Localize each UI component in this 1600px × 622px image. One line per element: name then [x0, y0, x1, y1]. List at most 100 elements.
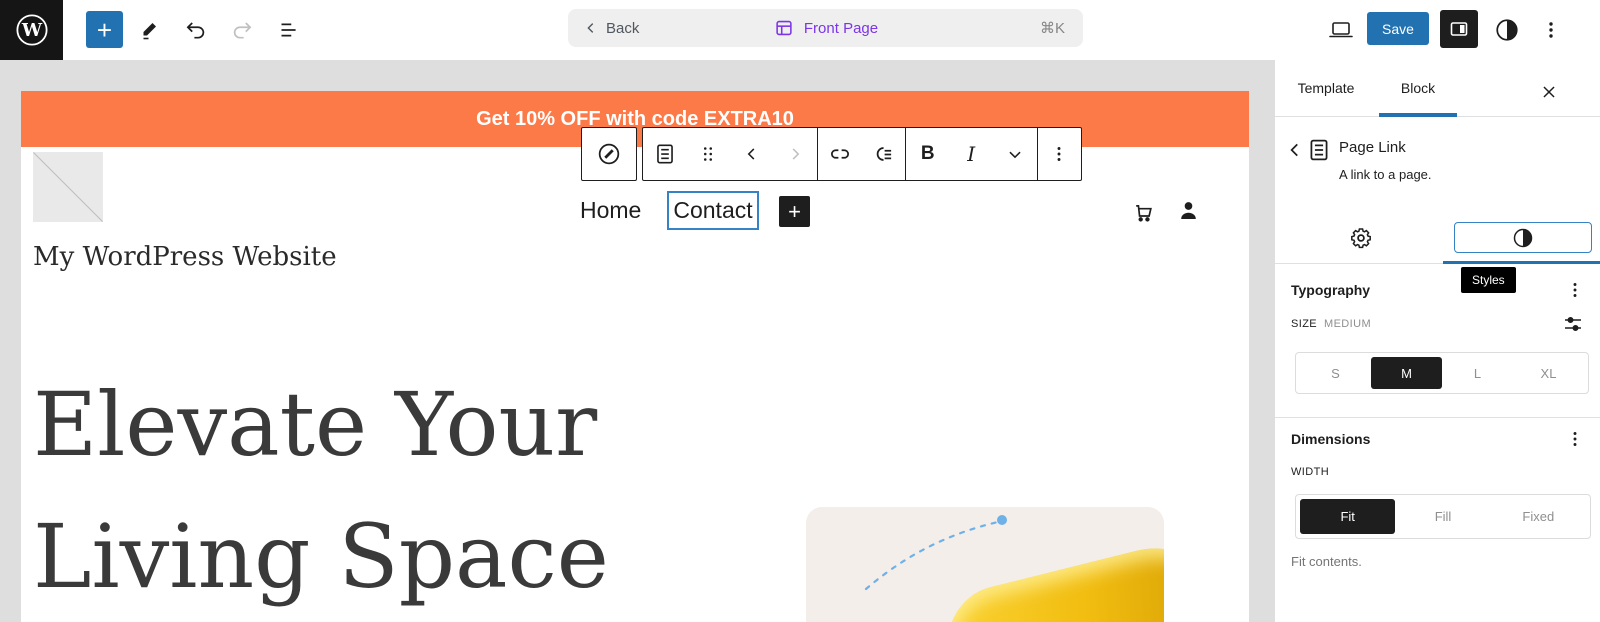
- list-view-button[interactable]: [272, 14, 304, 46]
- italic-button[interactable]: I: [950, 128, 994, 180]
- page-link-icon: [656, 144, 673, 164]
- styles-tooltip: Styles: [1461, 267, 1516, 293]
- move-right-button-disabled[interactable]: [774, 128, 818, 180]
- edit-tools-button[interactable]: [134, 14, 166, 46]
- move-left-button[interactable]: [730, 128, 774, 180]
- document-title-group: Front Page: [568, 17, 1083, 39]
- block-settings-tab[interactable]: [1315, 218, 1407, 258]
- laptop-icon: [1327, 17, 1355, 43]
- list-view-icon: [275, 17, 301, 43]
- font-size-segmented-control: S M L XL: [1295, 352, 1589, 394]
- pencil-icon: [138, 18, 162, 42]
- size-option-xl[interactable]: XL: [1513, 357, 1584, 389]
- kebab-menu-icon: [1573, 432, 1577, 446]
- link-button[interactable]: [818, 128, 862, 180]
- more-formats-button[interactable]: [993, 128, 1037, 180]
- redo-arrow-icon: [229, 17, 255, 43]
- account-block[interactable]: [1173, 196, 1203, 224]
- block-inserter-button[interactable]: +: [86, 11, 123, 48]
- dimensions-section-title: Dimensions: [1291, 431, 1371, 447]
- plus-icon: +: [96, 14, 113, 45]
- styles-button[interactable]: [1492, 16, 1522, 44]
- typography-options-button[interactable]: [1559, 276, 1591, 304]
- site-logo-placeholder[interactable]: [33, 152, 103, 222]
- parent-navigation-selector-button[interactable]: [581, 127, 637, 181]
- navigation-block-icon: [595, 140, 623, 168]
- settings-panel-toggle-button[interactable]: [1440, 10, 1478, 48]
- add-submenu-button[interactable]: [862, 128, 906, 180]
- bold-button[interactable]: B: [906, 128, 950, 180]
- template-icon: [773, 17, 795, 39]
- close-sidebar-button[interactable]: [1533, 76, 1565, 108]
- person-icon: [1175, 197, 1202, 224]
- drag-dots-icon: [704, 147, 713, 161]
- bold-icon: B: [920, 143, 935, 164]
- wordpress-logo-icon: W: [14, 12, 50, 48]
- view-preview-button[interactable]: [1326, 16, 1356, 44]
- document-bar[interactable]: Back Front Page ⌘K: [568, 9, 1083, 47]
- dimensions-options-button[interactable]: [1559, 425, 1591, 453]
- back-button[interactable]: Back: [568, 20, 639, 37]
- redo-button[interactable]: [226, 14, 258, 46]
- size-label: SIZE: [1291, 318, 1318, 330]
- block-toolbar: B I: [642, 127, 1082, 181]
- placeholder-diagonal-icon: [33, 152, 103, 222]
- size-option-s[interactable]: S: [1300, 357, 1371, 389]
- italic-icon: I: [967, 142, 976, 166]
- kebab-menu-icon: [1573, 283, 1577, 297]
- nav-item-contact-selected[interactable]: Contact: [667, 191, 759, 230]
- width-option-fixed[interactable]: Fixed: [1491, 499, 1586, 534]
- width-help-text: Fit contents.: [1291, 554, 1362, 569]
- width-option-fill[interactable]: Fill: [1395, 499, 1490, 534]
- heading-line-2: Living Space: [33, 505, 609, 608]
- size-option-m[interactable]: M: [1371, 357, 1442, 389]
- hero-image-block[interactable]: [806, 507, 1164, 622]
- site-title-block[interactable]: My WordPress Website: [33, 242, 337, 272]
- wordpress-logo-button[interactable]: W: [0, 0, 63, 60]
- cart-block[interactable]: [1128, 197, 1158, 225]
- sidebar-tab-bar: Template Block: [1275, 60, 1600, 117]
- width-option-fit[interactable]: Fit: [1300, 499, 1396, 534]
- command-shortcut: ⌘K: [1039, 20, 1065, 37]
- editor-top-bar: W + Back Front Page ⌘K Save: [0, 0, 1600, 60]
- save-label: Save: [1382, 20, 1414, 37]
- svg-text:W: W: [20, 20, 42, 41]
- page-link-block-icon: [1305, 136, 1333, 164]
- size-settings-button[interactable]: [1557, 310, 1589, 338]
- contrast-circle-icon: [1494, 17, 1520, 43]
- width-segmented-control: Fit Fill Fixed: [1295, 494, 1591, 539]
- plus-icon: +: [788, 198, 801, 224]
- link-icon: [830, 149, 849, 159]
- block-card-title: Page Link: [1339, 139, 1406, 156]
- chevron-right-icon: [792, 148, 800, 160]
- chevron-left-icon: [747, 148, 755, 160]
- active-tab-indicator: [1379, 113, 1457, 117]
- document-title: Front Page: [803, 19, 879, 37]
- close-icon: [1538, 81, 1560, 103]
- chevron-left-icon: [1290, 143, 1298, 157]
- chevron-down-icon: [1009, 151, 1021, 159]
- nav-block-appender-button[interactable]: +: [779, 196, 810, 227]
- save-button[interactable]: Save: [1367, 12, 1429, 45]
- wordpress-site-editor: W + Back Front Page ⌘K Save Template Blo…: [0, 0, 1600, 622]
- drag-handle[interactable]: [687, 128, 731, 180]
- typography-section-title: Typography: [1291, 282, 1371, 298]
- tab-template[interactable]: Template: [1289, 60, 1363, 116]
- tab-block[interactable]: Block: [1379, 60, 1457, 116]
- size-option-l[interactable]: L: [1442, 357, 1513, 389]
- contrast-circle-icon: [1511, 226, 1535, 250]
- nav-item-home[interactable]: Home: [580, 197, 641, 224]
- submenu-icon: [876, 147, 892, 161]
- undo-button[interactable]: [180, 14, 212, 46]
- block-options-button[interactable]: [1038, 128, 1082, 180]
- block-styles-tab[interactable]: [1454, 222, 1592, 253]
- sliders-icon: [1561, 312, 1585, 336]
- section-divider: [1275, 417, 1600, 418]
- heading-line-1: Elevate Your: [33, 373, 598, 476]
- active-styles-tab-indicator: [1443, 261, 1600, 264]
- options-menu-button[interactable]: [1536, 16, 1566, 44]
- hero-heading-block[interactable]: Elevate Your Living Space: [33, 359, 713, 622]
- block-parent-back-button[interactable]: [1283, 138, 1307, 162]
- block-type-button[interactable]: [643, 128, 687, 180]
- shopping-cart-icon: [1130, 198, 1157, 225]
